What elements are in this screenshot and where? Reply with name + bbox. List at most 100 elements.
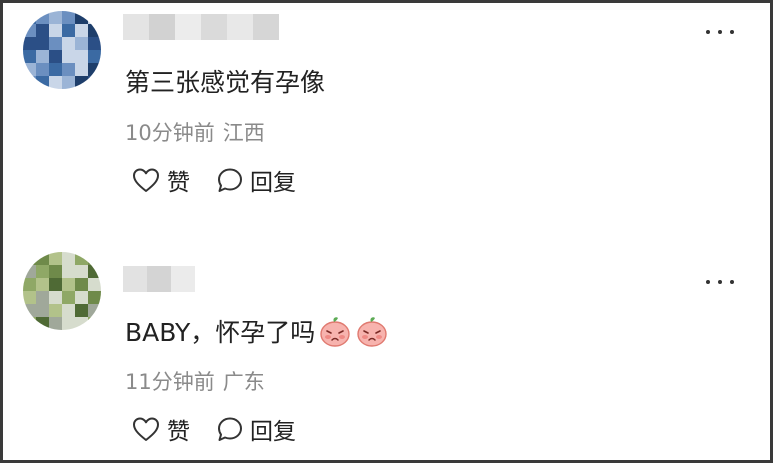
avatar-pixel [49, 11, 62, 24]
comment-text-content: BABY，怀孕了吗 [125, 318, 316, 347]
avatar-pixel [23, 24, 36, 37]
more-options-icon[interactable] [706, 275, 734, 289]
avatar-pixel [62, 50, 75, 63]
avatar-pixel [75, 37, 88, 50]
avatar-pixel [23, 76, 36, 89]
avatar-pixel [49, 304, 62, 317]
avatar-pixel [88, 265, 101, 278]
avatar[interactable] [23, 11, 101, 89]
avatar-pixel [23, 63, 36, 76]
avatar-pixel [36, 63, 49, 76]
comment-time: 11分钟前 [125, 370, 215, 394]
avatar-pixel [75, 265, 88, 278]
avatar-pixel [23, 37, 36, 50]
comment-text-content: 第三张感觉有孕像 [125, 68, 326, 97]
avatar-pixel [62, 76, 75, 89]
reply-button[interactable]: 回复 [216, 412, 296, 446]
reply-label: 回复 [250, 170, 296, 196]
avatar-pixel [75, 63, 88, 76]
comment-text: BABY，怀孕了吗 [125, 313, 389, 349]
reply-button[interactable]: 回复 [216, 163, 296, 197]
avatar-pixel [23, 265, 36, 278]
avatar-pixel [62, 37, 75, 50]
heart-icon [133, 168, 159, 192]
avatar-pixel [49, 76, 62, 89]
avatar-pixel [36, 317, 49, 330]
avatar-pixel [75, 317, 88, 330]
comment-location: 广东 [222, 370, 265, 394]
avatar-pixel [75, 76, 88, 89]
avatar-pixel [62, 317, 75, 330]
avatar-pixel [88, 11, 101, 24]
avatar-pixel [23, 50, 36, 63]
avatar-pixel [23, 252, 36, 265]
avatar-pixel [75, 11, 88, 24]
avatar-pixel [88, 37, 101, 50]
avatar-pixel [88, 76, 101, 89]
avatar-pixel [23, 11, 36, 24]
username-masked[interactable] [123, 266, 195, 292]
avatar-pixel [23, 291, 36, 304]
like-button[interactable]: 赞 [131, 412, 190, 446]
avatar-pixel [75, 252, 88, 265]
comment-list: 第三张感觉有孕像 10分钟前 江西 赞 回复 BABY，怀孕了吗 11分钟前 广… [0, 0, 773, 463]
avatar-pixel [36, 278, 49, 291]
avatar-pixel [49, 37, 62, 50]
avatar-pixel [88, 252, 101, 265]
avatar-pixel [23, 278, 36, 291]
avatar-pixel [36, 304, 49, 317]
avatar-pixel [75, 291, 88, 304]
avatar-pixel [49, 63, 62, 76]
avatar-pixel [23, 304, 36, 317]
avatar-pixel [36, 11, 49, 24]
comment-actions: 赞 回复 [131, 412, 296, 446]
pouting-peach-emoji [320, 317, 351, 347]
speech-bubble-icon [218, 417, 242, 441]
avatar-pixel [88, 317, 101, 330]
avatar-pixel [49, 291, 62, 304]
avatar-pixel [88, 24, 101, 37]
avatar-pixel [88, 50, 101, 63]
avatar-pixel [88, 291, 101, 304]
like-label: 赞 [167, 170, 190, 196]
avatar-pixel [62, 11, 75, 24]
avatar-pixel [36, 265, 49, 278]
like-button[interactable]: 赞 [131, 163, 190, 197]
avatar-pixel [36, 24, 49, 37]
avatar-pixel [62, 278, 75, 291]
avatar-pixel [49, 317, 62, 330]
comment-item: 第三张感觉有孕像 10分钟前 江西 赞 回复 [3, 3, 773, 233]
avatar-pixel [88, 304, 101, 317]
comment-time: 10分钟前 [125, 121, 215, 145]
speech-bubble-icon [218, 168, 242, 192]
avatar-pixel [88, 63, 101, 76]
avatar-pixel [36, 76, 49, 89]
avatar-pixel [62, 265, 75, 278]
username-masked[interactable] [123, 14, 279, 40]
heart-icon [133, 417, 159, 441]
avatar-pixel [88, 278, 101, 291]
avatar-pixel [75, 50, 88, 63]
avatar-pixel [75, 278, 88, 291]
comment-meta: 11分钟前 广东 [125, 366, 265, 396]
avatar-pixel [49, 278, 62, 291]
avatar-pixel [36, 37, 49, 50]
avatar[interactable] [23, 252, 101, 330]
avatar-pixel [62, 24, 75, 37]
avatar-pixel [75, 304, 88, 317]
like-label: 赞 [167, 419, 190, 445]
comment-text: 第三张感觉有孕像 [125, 63, 325, 99]
comment-meta: 10分钟前 江西 [125, 117, 265, 147]
avatar-pixel [62, 252, 75, 265]
comment-actions: 赞 回复 [131, 163, 296, 197]
avatar-pixel [36, 252, 49, 265]
pouting-peach-emoji [357, 317, 388, 347]
avatar-pixel [62, 291, 75, 304]
avatar-pixel [36, 291, 49, 304]
comment-item: BABY，怀孕了吗 11分钟前 广东 赞 回复 [3, 235, 773, 465]
avatar-pixel [49, 50, 62, 63]
avatar-pixel [62, 304, 75, 317]
avatar-pixel [36, 50, 49, 63]
comment-location: 江西 [222, 121, 265, 145]
more-options-icon[interactable] [706, 25, 734, 39]
